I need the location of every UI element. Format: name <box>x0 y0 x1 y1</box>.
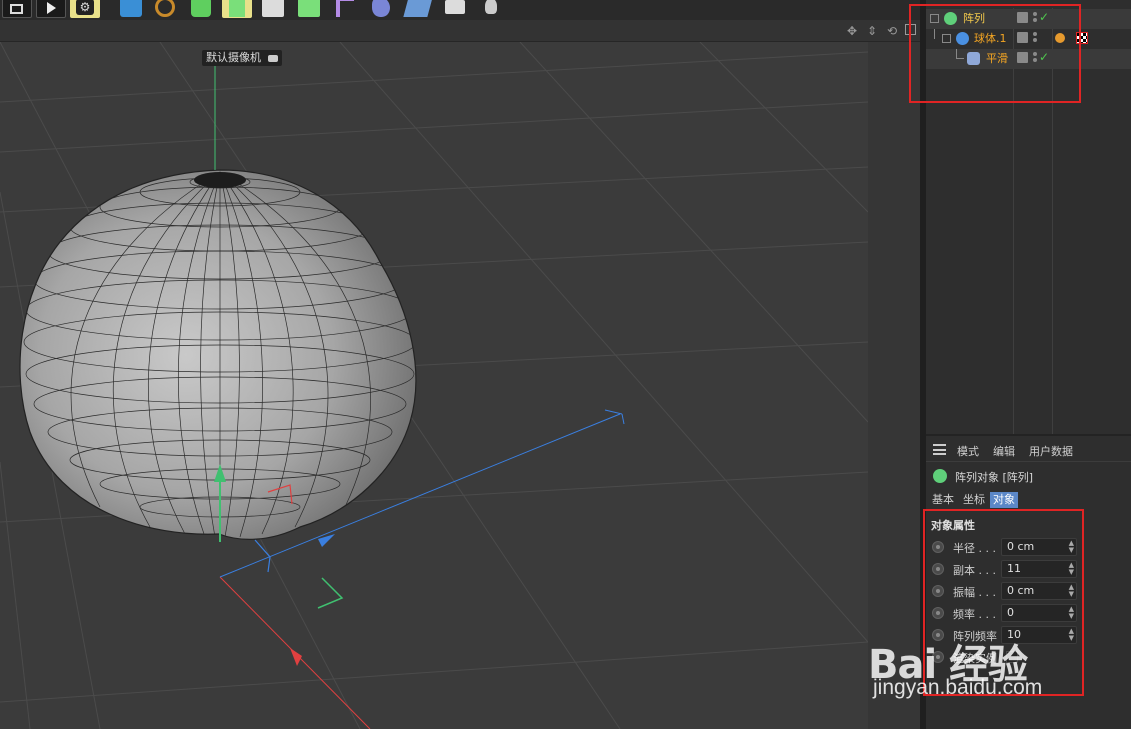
world-z-axis-tick2 <box>621 413 625 425</box>
object-z-handle <box>254 539 271 573</box>
light-button[interactable] <box>476 0 506 18</box>
light-icon <box>485 0 497 14</box>
bend-deformer-icon <box>336 0 354 17</box>
cloner-icon <box>229 0 245 17</box>
move-view-icon[interactable]: ✥ <box>845 24 859 38</box>
object-green-handle <box>317 577 344 609</box>
tab-coord[interactable]: 坐标 <box>960 492 988 508</box>
subdivision-button[interactable] <box>186 0 216 18</box>
camera-small-icon <box>267 54 278 62</box>
menu-hamburger-icon[interactable] <box>933 444 946 455</box>
pen-spline-button[interactable] <box>150 0 180 18</box>
pen-spline-icon <box>155 0 175 17</box>
default-camera-label: 默认摄像机 <box>202 50 282 66</box>
mograph-icon <box>262 0 284 17</box>
world-z-axis-tick <box>604 409 623 415</box>
effector-button[interactable] <box>366 0 396 18</box>
menu-user-data[interactable]: 用户数据 <box>1029 443 1073 459</box>
render-settings-icon: ⚙ <box>76 0 94 15</box>
viewport-header: ✥ ⇕ ⟲ <box>0 20 920 42</box>
rotate-view-icon[interactable]: ⟲ <box>885 24 899 38</box>
render-region-icon <box>10 4 23 14</box>
floor-icon <box>403 0 433 17</box>
sphere-mesh <box>19 169 417 540</box>
mograph-button[interactable] <box>258 0 288 18</box>
viewport-scene <box>0 42 868 729</box>
tab-object[interactable]: 对象 <box>990 492 1018 508</box>
world-x-axis-arrow <box>290 648 302 666</box>
subdivision-icon <box>191 0 211 17</box>
highlight-box-objects <box>909 4 1081 103</box>
array-icon <box>298 0 320 17</box>
cube-icon <box>120 0 142 17</box>
menu-mode[interactable]: 模式 <box>957 443 979 459</box>
camera-icon <box>445 0 465 14</box>
render-view-button[interactable] <box>36 0 66 18</box>
array-object-icon <box>933 469 947 483</box>
camera-label-text: 默认摄像机 <box>206 51 261 64</box>
array-button[interactable] <box>294 0 324 18</box>
dolly-view-icon[interactable]: ⇕ <box>865 24 879 38</box>
render-settings-button[interactable]: ⚙ <box>70 0 100 18</box>
attr-header-divider <box>926 461 1131 462</box>
camera-button[interactable] <box>440 0 470 18</box>
main-toolbar: ⚙ <box>0 0 920 20</box>
floor-button[interactable] <box>402 0 433 18</box>
viewport-side-strip <box>868 42 920 729</box>
cloner-button[interactable] <box>222 0 252 18</box>
render-region-button[interactable] <box>2 0 32 18</box>
menu-edit[interactable]: 编辑 <box>993 443 1015 459</box>
effector-icon <box>372 0 390 17</box>
highlight-box-properties <box>923 509 1084 696</box>
cube-button[interactable] <box>116 0 146 18</box>
tab-basic[interactable]: 基本 <box>929 492 957 508</box>
bend-deformer-button[interactable] <box>330 0 360 18</box>
render-view-icon <box>47 2 56 14</box>
object-title: 阵列对象 [阵列] <box>955 471 1034 484</box>
3d-viewport[interactable]: 默认摄像机 <box>0 42 868 729</box>
